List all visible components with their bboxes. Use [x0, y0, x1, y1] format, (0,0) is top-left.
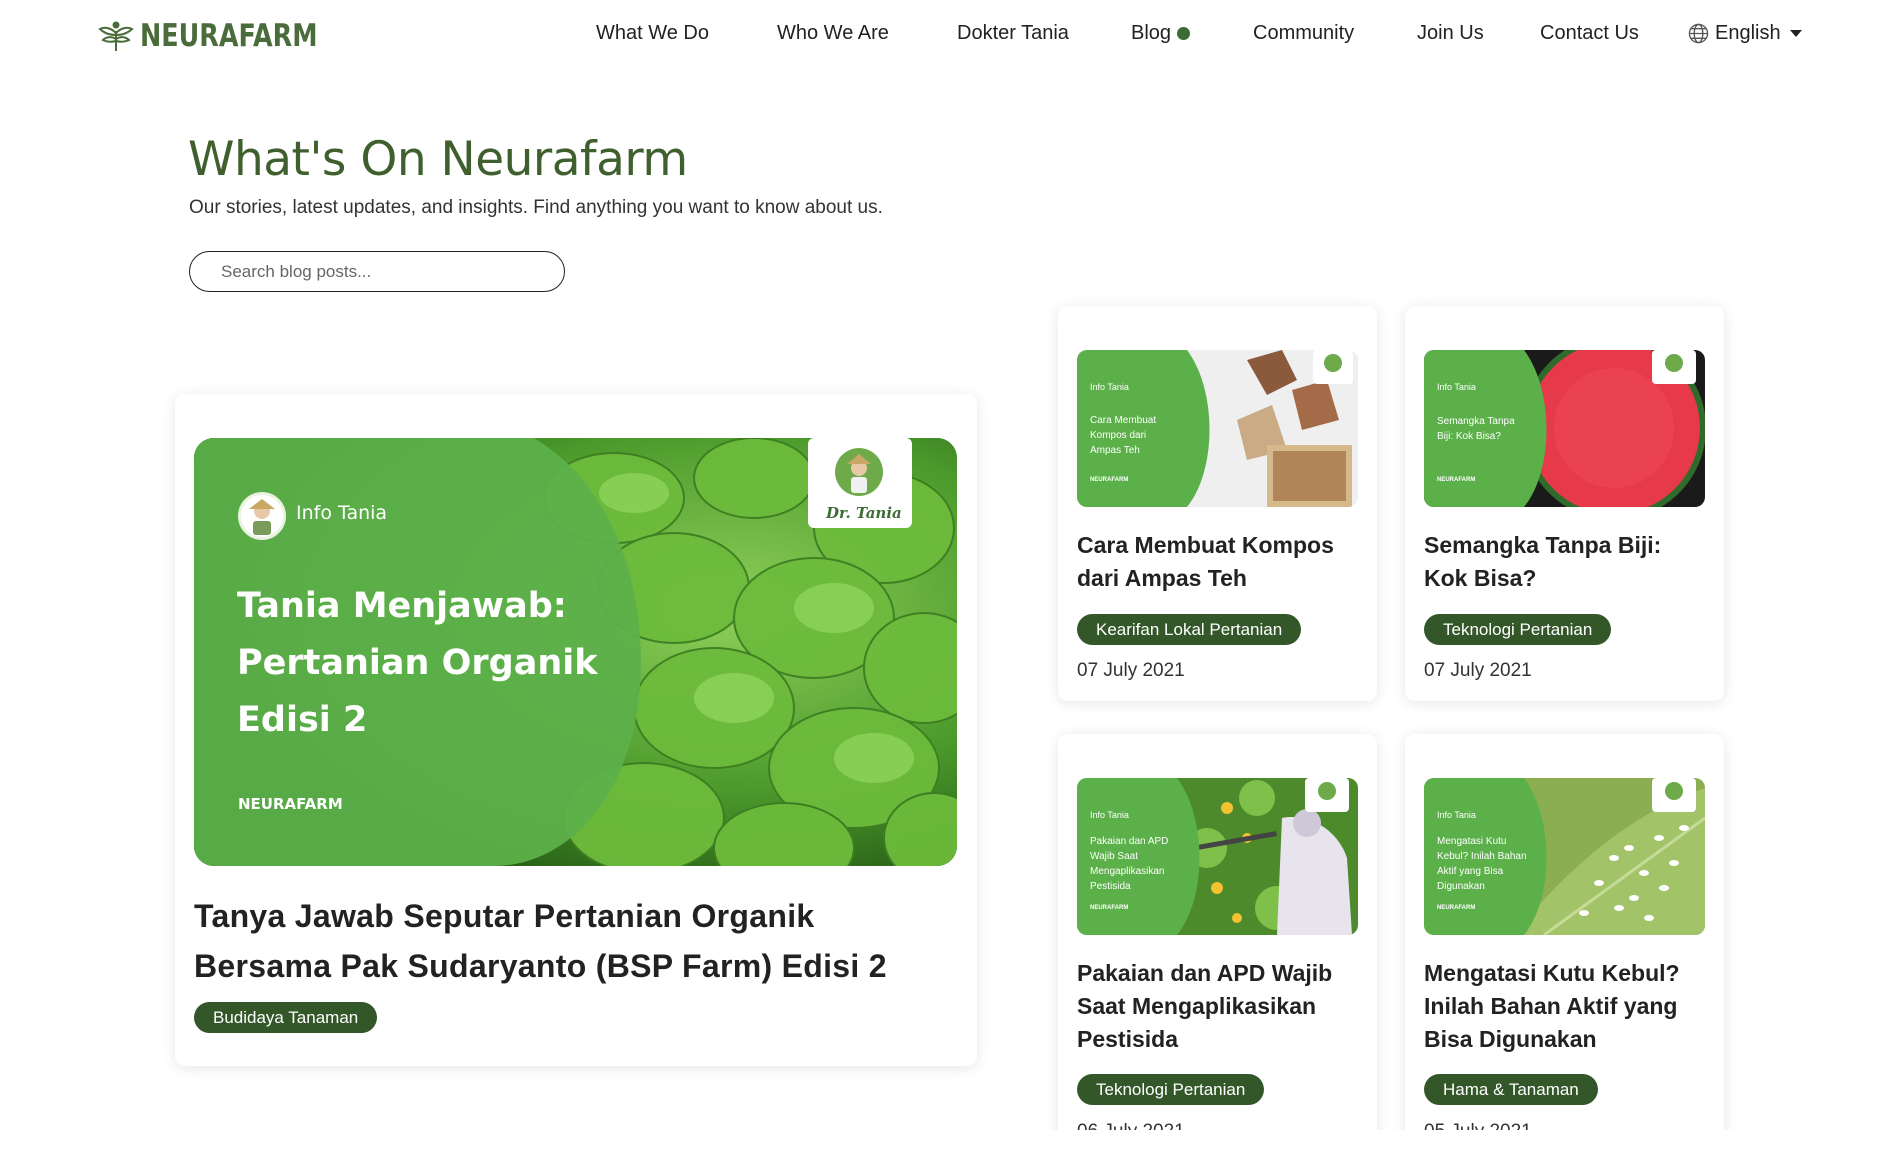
nav-label: Blog	[1131, 22, 1172, 44]
nav-label: Contact Us	[1540, 22, 1639, 44]
image-headline-line: Edisi 2	[237, 700, 368, 740]
image-headline-line: Pertanian Organik	[237, 643, 598, 683]
image-headline: Tania Menjawab: Pertanian Organik Edisi …	[237, 578, 598, 749]
category-tag[interactable]: Teknologi Pertanian	[1077, 1074, 1265, 1105]
thumb-badge: Info Tania	[1437, 382, 1476, 392]
dr-tania-avatar	[823, 446, 895, 501]
post-date: 07 July 2021	[1077, 660, 1185, 681]
featured-post-card[interactable]: Info Tania Tania Menjawab: Pertanian Org…	[175, 394, 977, 1066]
post-card[interactable]: Info Tania Mengatasi Kutu Kebul? Inilah …	[1405, 734, 1724, 1152]
nav-what-we-do[interactable]: What We Do	[596, 22, 709, 45]
thumb-caption: Cara Membuat Kompos dari Ampas Teh	[1090, 415, 1157, 456]
post-card[interactable]: Info Tania Semangka Tanpa Biji: Kok Bisa…	[1405, 306, 1724, 701]
nav-dokter-tania[interactable]: Dokter Tania	[957, 22, 1069, 45]
image-brand-mark: NEURAFARM	[238, 795, 343, 813]
nav-label: Who We Are	[777, 22, 889, 44]
language-selector[interactable]: English	[1688, 22, 1802, 45]
chevron-down-icon	[1789, 30, 1802, 37]
page-subtitle: Our stories, latest updates, and insight…	[189, 197, 883, 218]
thumb-badge: Info Tania	[1090, 810, 1129, 820]
nav-blog[interactable]: Blog	[1131, 22, 1191, 45]
thumb-brand: NEURAFARM	[1090, 477, 1129, 483]
top-navbar: NEURAFARM What We Do Who We Are Dokter T…	[0, 0, 1888, 74]
globe-icon	[1688, 23, 1709, 44]
image-badge-label: Info Tania	[296, 502, 388, 524]
post-title[interactable]: Cara Membuat Kompos dari Ampas Teh	[1077, 529, 1362, 595]
thumb-badge: Info Tania	[1437, 810, 1476, 820]
nav-join-us[interactable]: Join Us	[1417, 22, 1484, 45]
nav-community[interactable]: Community	[1253, 22, 1354, 45]
language-label: English	[1715, 22, 1781, 44]
thumb-brand: NEURAFARM	[1437, 477, 1476, 483]
nav-who-we-are[interactable]: Who We Are	[777, 22, 889, 45]
thumb-brand: NEURAFARM	[1090, 905, 1129, 911]
post-thumbnail[interactable]: Info Tania Semangka Tanpa Biji: Kok Bisa…	[1424, 350, 1705, 507]
thumb-caption: Semangka Tanpa Biji: Kok Bisa?	[1437, 416, 1515, 442]
thumb-brand: NEURAFARM	[1437, 905, 1476, 911]
featured-post-title[interactable]: Tanya Jawab Seputar Pertanian Organik Be…	[194, 891, 954, 991]
dr-tania-signature: Dr. Tania	[826, 504, 902, 522]
nav-contact-us[interactable]: Contact Us	[1540, 22, 1639, 45]
active-indicator-dot	[1177, 27, 1191, 40]
post-date: 07 July 2021	[1424, 660, 1532, 681]
category-tag[interactable]: Hama & Tanaman	[1424, 1074, 1598, 1105]
nav-label: Join Us	[1417, 22, 1484, 44]
thumb-caption: Pakaian dan APD Wajib Saat Mengaplikasik…	[1090, 836, 1169, 892]
category-tag[interactable]: Kearifan Lokal Pertanian	[1077, 614, 1302, 645]
thumb-badge: Info Tania	[1090, 382, 1129, 392]
nav-label: What We Do	[596, 22, 709, 44]
post-thumbnail[interactable]: Info Tania Cara Membuat Kompos dari Ampa…	[1077, 350, 1358, 507]
post-card[interactable]: Info Tania Cara Membuat Kompos dari Ampa…	[1058, 306, 1377, 701]
image-headline-line: Tania Menjawab:	[237, 586, 567, 626]
post-title[interactable]: Mengatasi Kutu Kebul? Inilah Bahan Aktif…	[1424, 957, 1709, 1056]
main-menu: What We Do Who We Are Dokter Tania Blog …	[0, 22, 1888, 52]
category-tag[interactable]: Teknologi Pertanian	[1424, 614, 1612, 645]
featured-post-image[interactable]: Info Tania Tania Menjawab: Pertanian Org…	[194, 438, 957, 866]
post-title[interactable]: Semangka Tanpa Biji: Kok Bisa?	[1424, 529, 1709, 595]
post-thumbnail[interactable]: Info Tania Pakaian dan APD Wajib Saat Me…	[1077, 778, 1358, 935]
post-thumbnail[interactable]: Info Tania Mengatasi Kutu Kebul? Inilah …	[1424, 778, 1705, 935]
tania-avatar	[238, 492, 286, 540]
page-title: What's On Neurafarm	[188, 132, 688, 187]
search-input[interactable]	[189, 251, 565, 292]
thumb-caption: Mengatasi Kutu Kebul? Inilah Bahan Aktif…	[1437, 836, 1527, 892]
viewport-fold	[0, 1130, 1888, 1152]
nav-label: Dokter Tania	[957, 22, 1069, 44]
nav-label: Community	[1253, 22, 1355, 44]
post-card[interactable]: Info Tania Pakaian dan APD Wajib Saat Me…	[1058, 734, 1377, 1152]
category-tag[interactable]: Budidaya Tanaman	[194, 1002, 378, 1033]
post-title[interactable]: Pakaian dan APD Wajib Saat Mengaplikasik…	[1077, 957, 1362, 1056]
